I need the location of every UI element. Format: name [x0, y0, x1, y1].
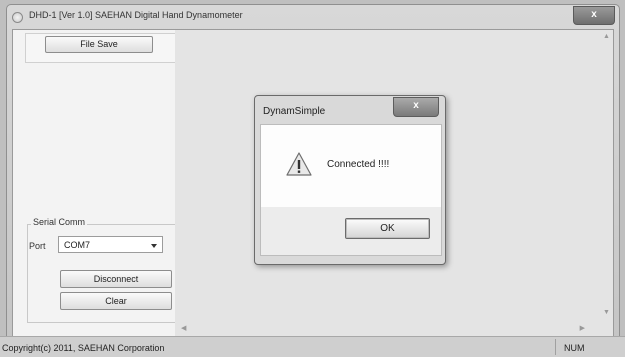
title-bar[interactable]: DHD-1 [Ver 1.0] SAEHAN Digital Hand Dyna… [7, 5, 619, 29]
app-icon [12, 12, 23, 23]
copyright-text: Copyright(c) 2011, SAEHAN Corporation [2, 343, 165, 353]
vertical-scrollbar[interactable]: ▲ ▼ [599, 30, 613, 320]
window-close-button[interactable]: x [573, 6, 615, 25]
num-lock-indicator: NUM [564, 343, 585, 353]
dialog-body: Connected !!!! [260, 124, 442, 208]
chevron-down-icon[interactable] [151, 244, 157, 248]
ok-button[interactable]: OK [345, 218, 430, 239]
scroll-right-icon[interactable]: ▶ [580, 324, 585, 332]
disconnect-button[interactable]: Disconnect [60, 270, 172, 288]
warning-icon [286, 152, 312, 176]
dialog-close-button[interactable]: x [393, 97, 439, 117]
scroll-up-icon[interactable]: ▲ [603, 33, 610, 40]
dialog-title: DynamSimple [263, 106, 326, 117]
serial-comm-label: Serial Comm [31, 217, 88, 227]
port-select[interactable]: COM7 [58, 236, 163, 253]
left-panel: File Save Serial Comm Port COM7 Disconne… [13, 30, 177, 340]
message-dialog: DynamSimple x Connected !!!! OK [254, 95, 446, 265]
status-bar: Copyright(c) 2011, SAEHAN Corporation NU… [0, 336, 625, 357]
port-value: COM7 [64, 240, 91, 250]
dialog-footer: OK [260, 207, 442, 256]
status-divider [555, 339, 556, 355]
scroll-left-icon[interactable]: ◀ [181, 324, 186, 332]
port-label: Port [29, 241, 46, 251]
file-save-button[interactable]: File Save [45, 36, 153, 53]
clear-button[interactable]: Clear [60, 292, 172, 310]
scroll-down-icon[interactable]: ▼ [603, 309, 610, 316]
window-title: DHD-1 [Ver 1.0] SAEHAN Digital Hand Dyna… [29, 10, 243, 20]
dialog-message: Connected !!!! [327, 159, 390, 170]
